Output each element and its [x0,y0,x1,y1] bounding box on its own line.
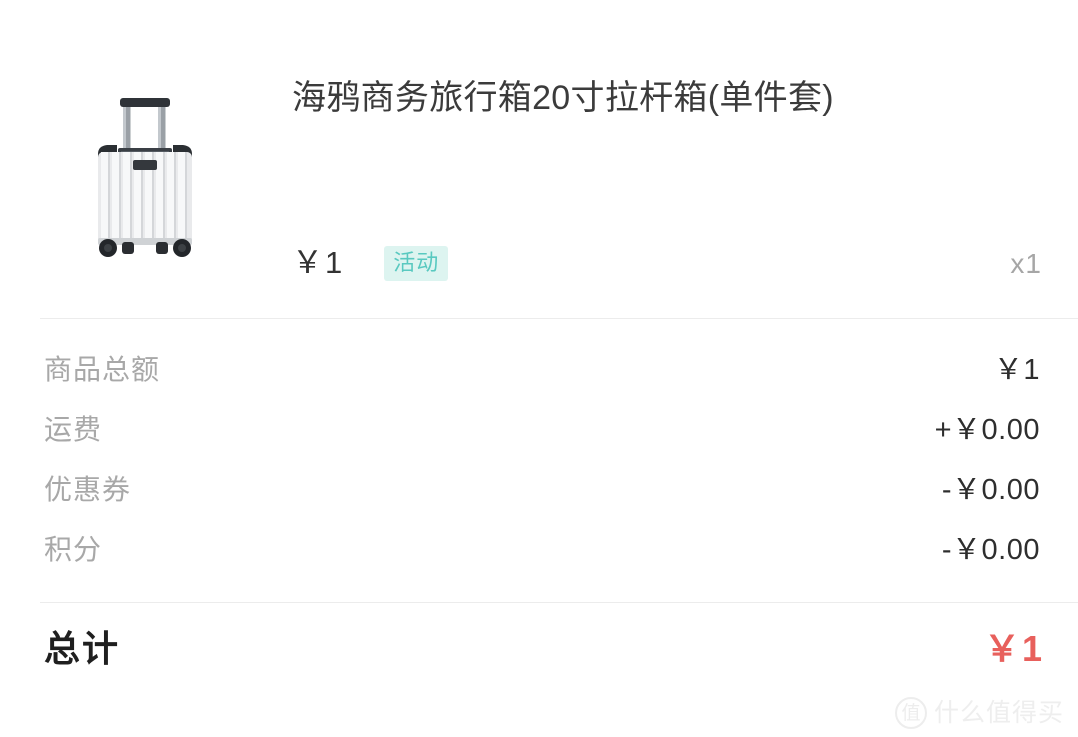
total-row: 总计 ￥1 [0,618,1078,680]
summary-label-shipping: 运费 [44,414,103,445]
smzdm-logo-icon: 值 [894,697,927,729]
product-price-row: ￥1 活动 [292,240,449,286]
promotion-badge: 活动 [384,245,449,281]
summary-row: 商品总额 ￥1 [0,340,1078,400]
summary-row: 运费 +￥0.00 [0,400,1078,460]
divider-above-summary [40,318,1078,319]
product-title: 海鸦商务旅行箱20寸拉杆箱(单件套) [292,79,834,117]
watermark: 值 什么值得买 [894,697,1064,729]
summary-value-shipping: +￥0.00 [934,414,1040,446]
watermark-label: 什么值得买 [933,699,1064,727]
product-quantity: x1 [1010,248,1042,279]
product-thumbnail[interactable] [78,78,212,268]
summary-value-points: -￥0.00 [941,534,1040,566]
summary-label-coupon: 优惠券 [44,474,132,505]
summary-label-subtotal: 商品总额 [44,354,161,385]
product-block: 海鸦商务旅行箱20寸拉杆箱(单件套) ￥1 活动 x1 [0,0,1078,318]
total-label: 总计 [44,628,121,669]
divider-above-total [40,602,1078,603]
product-price: ￥1 [292,245,345,280]
total-value: ￥1 [983,628,1044,669]
summary-list: 商品总额 ￥1 运费 +￥0.00 优惠券 -￥0.00 积分 -￥0.00 [0,340,1078,580]
order-summary-page: 海鸦商务旅行箱20寸拉杆箱(单件套) ￥1 活动 x1 商品总额 ￥1 运费 +… [0,0,1078,737]
summary-row[interactable]: 优惠券 -￥0.00 [0,460,1078,520]
summary-value-coupon: -￥0.00 [941,474,1040,506]
summary-value-subtotal: ￥1 [993,354,1040,386]
summary-row[interactable]: 积分 -￥0.00 [0,520,1078,580]
summary-label-points: 积分 [44,534,103,565]
